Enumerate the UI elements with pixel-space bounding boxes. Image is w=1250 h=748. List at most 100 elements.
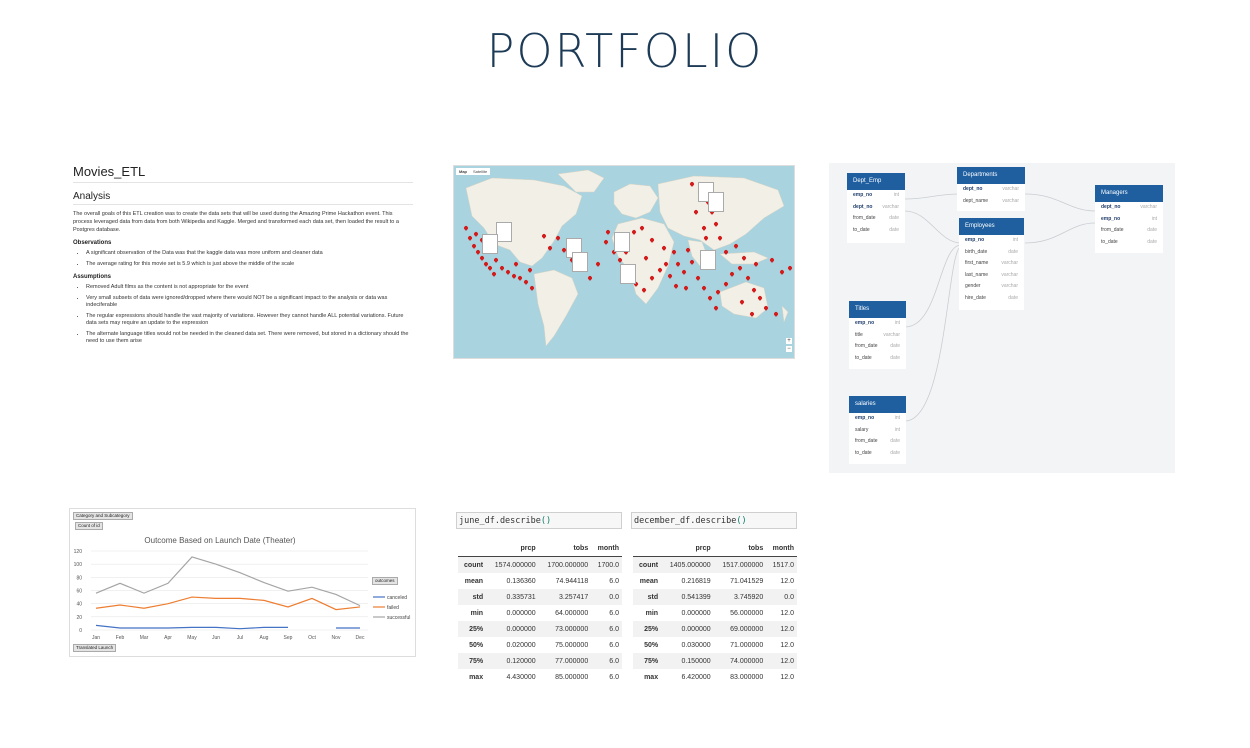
june-describe-output: june_df.describe() prcp tobs month count 157…	[456, 512, 626, 692]
x-tick-label: Apr	[164, 635, 172, 641]
erd-diagram-tile[interactable]: Dept_Emp emp_no int dept_no varchar from_d…	[829, 163, 1175, 473]
row-label: count	[464, 561, 484, 569]
table-cell: 56.000000	[730, 609, 764, 617]
world-map-tile[interactable]: Map Satellite + −	[453, 165, 795, 359]
list-item: The regular expressions should handle th…	[86, 313, 413, 327]
erd-field-type: int	[894, 415, 900, 421]
satellite-view-tab[interactable]: Satellite	[470, 168, 491, 175]
y-tick-label: 20	[76, 615, 82, 621]
erd-table-dept-emp[interactable]: Dept_Emp emp_no int dept_no varchar from_d…	[847, 173, 905, 243]
erd-field-name: to_date	[855, 449, 872, 456]
x-tick-label: Feb	[116, 635, 125, 641]
movies-etl-tile[interactable]: Movies_ETL Analysis The overall goals of…	[68, 158, 413, 408]
zoom-out-button[interactable]: −	[786, 346, 792, 352]
erd-field-name: birth_date	[965, 248, 988, 255]
erd-field-name: from_date	[853, 215, 876, 221]
table-cell: 77.000000	[555, 657, 589, 665]
erd-field-type: varchar	[1001, 260, 1018, 266]
erd-table-titles[interactable]: Titles emp_no int title varchar from_date d…	[849, 301, 906, 369]
excel-chart-tile[interactable]: Category and Subcategory Count of id Out…	[69, 508, 416, 657]
erd-field-type: date	[889, 215, 899, 221]
erd-field-type: varchar	[1140, 204, 1157, 210]
row-label: mean	[464, 577, 484, 585]
code-text: june_df.describe	[459, 516, 541, 526]
row-label: max	[644, 673, 659, 681]
legend-label: canceled	[387, 595, 407, 601]
map-info-popup[interactable]	[482, 234, 498, 254]
series-line-canceled	[95, 624, 288, 630]
table-row: mean 0.216819 71.041529 12.0	[633, 573, 797, 589]
erd-table-title: Dept_Emp	[847, 173, 905, 190]
table-cell: 0.541399	[681, 593, 711, 601]
list-item: Removed Adult films as the content is no…	[86, 284, 413, 291]
table-cell: 69.000000	[730, 625, 764, 633]
erd-table-employees[interactable]: Employees emp_no int birth_date date first…	[959, 218, 1024, 310]
row-label: 25%	[469, 625, 484, 633]
erd-field-type: varchar	[1002, 186, 1019, 192]
erd-table-title: Employees	[959, 218, 1024, 235]
map-info-popup[interactable]	[700, 250, 716, 270]
table-row: 75% 0.120000 77.000000 6.0	[458, 653, 622, 669]
etl-assumptions-heading: Assumptions	[73, 274, 112, 280]
x-tick-label: Jun	[212, 635, 220, 641]
etl-assumptions-list: Removed Adult films as the content is no…	[68, 284, 413, 345]
erd-field-type: date	[890, 354, 900, 361]
table-cell: 0.000000	[681, 625, 711, 633]
erd-field-name: title	[855, 331, 863, 338]
y-tick-label: 100	[74, 562, 83, 568]
row-label: std	[647, 593, 659, 601]
table-cell: 6.0	[609, 577, 619, 585]
y-tick-label: 120	[74, 549, 83, 555]
erd-field-name: emp_no	[855, 320, 875, 326]
erd-table-departments[interactable]: Departments dept_no varchar dept_name varc…	[957, 167, 1025, 211]
map-info-popup[interactable]	[572, 252, 588, 272]
y-tick-label: 60	[76, 589, 82, 595]
x-tick-label: Jul	[237, 635, 243, 641]
list-item: A significant observation of the Data wa…	[86, 250, 413, 257]
page-title: PORTFOLIO	[486, 24, 764, 78]
erd-field-name: dept_no	[963, 186, 983, 192]
erd-table-title: Managers	[1095, 185, 1163, 202]
code-cell[interactable]: december_df.describe()	[631, 512, 797, 529]
erd-table-managers[interactable]: Managers dept_no varchar emp_no int from_d…	[1095, 185, 1163, 253]
table-cell: 0.020000	[506, 641, 536, 649]
erd-field-type: varchar	[1002, 197, 1019, 204]
erd-field-name: to_date	[1101, 238, 1118, 245]
y-tick-label: 0	[79, 628, 82, 634]
column-header: prcp	[661, 540, 714, 557]
table-cell: 0.120000	[506, 657, 536, 665]
erd-field-type: varchar	[883, 331, 900, 338]
table-cell: 0.0	[609, 593, 619, 601]
erd-field-type: varchar	[1001, 271, 1018, 278]
code-cell[interactable]: june_df.describe()	[456, 512, 622, 529]
table-cell: 3.257417	[559, 593, 589, 601]
erd-field-type: int	[894, 426, 900, 433]
map-info-popup[interactable]	[708, 192, 724, 212]
erd-table-salaries[interactable]: salaries emp_no int salary int from_date da…	[849, 396, 906, 464]
erd-field-type: date	[1008, 294, 1018, 301]
table-row: mean 0.136360 74.944118 6.0	[458, 573, 622, 589]
erd-table-title: Titles	[849, 301, 906, 318]
table-cell: 4.430000	[506, 673, 536, 681]
outcomes-legend-button[interactable]: outcomes	[372, 577, 398, 585]
legend-label: failed	[387, 605, 399, 611]
launch-axis-button[interactable]: Translated Launch	[73, 644, 117, 652]
table-row: std 0.541399 3.745920 0.0	[633, 589, 797, 605]
column-header: month	[591, 540, 622, 557]
y-tick-label: 80	[76, 575, 82, 581]
table-row: 50% 0.030000 71.000000 12.0	[633, 637, 797, 653]
erd-field-name: emp_no	[1101, 215, 1121, 222]
erd-field-name: from_date	[855, 343, 878, 349]
map-info-popup[interactable]	[496, 222, 512, 242]
row-label: min	[470, 609, 484, 617]
zoom-in-button[interactable]: +	[786, 338, 792, 344]
code-paren: ()	[540, 516, 552, 526]
map-view-tab[interactable]: Map	[456, 168, 470, 175]
row-label: 75%	[469, 657, 484, 665]
x-tick-label: Oct	[308, 635, 316, 641]
table-row: count 1405.000000 1517.000000 1517.0	[633, 556, 797, 573]
x-tick-label: Aug	[260, 635, 269, 641]
map-info-popup[interactable]	[614, 232, 630, 252]
erd-field-type: date	[890, 438, 900, 444]
map-info-popup[interactable]	[620, 264, 636, 284]
